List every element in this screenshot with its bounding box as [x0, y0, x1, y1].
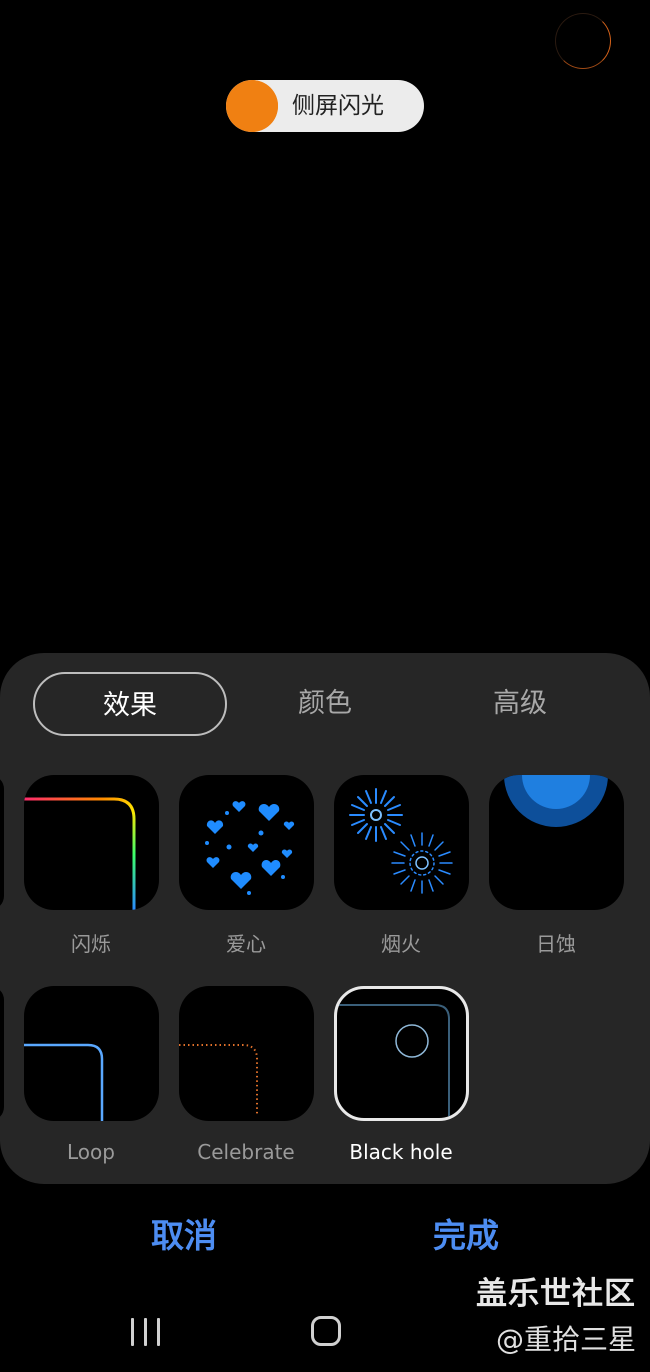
watermark-title: 盖乐世社区 [476, 1276, 636, 1312]
effect-label: Black hole [349, 1140, 453, 1164]
hearts-icon [205, 801, 295, 895]
effect-label: 日蚀 [536, 932, 576, 956]
recents-icon[interactable] [131, 1318, 161, 1346]
toggle-label: 侧屏闪光 [292, 93, 384, 119]
effect-tile-flash[interactable] [24, 775, 159, 910]
home-icon[interactable] [311, 1316, 341, 1346]
partial-effect-tile[interactable] [0, 775, 4, 910]
effect-tile-loop[interactable] [24, 986, 159, 1121]
partial-effect-tile[interactable] [0, 986, 4, 1121]
rainbow-corner-icon [24, 797, 136, 910]
camera-cutout-ring [555, 13, 611, 69]
effect-tile-celebrate[interactable] [179, 986, 314, 1121]
effect-label: 爱心 [226, 932, 266, 956]
celebrate-dots-icon [179, 1044, 258, 1116]
watermark-handle: @重拾三星 [495, 1323, 636, 1356]
tab-effects[interactable]: 效果 [33, 672, 227, 736]
effect-tile-black-hole[interactable] [334, 986, 469, 1121]
effect-tile-eclipse[interactable] [489, 775, 624, 910]
black-hole-icon [337, 1004, 450, 1118]
done-button[interactable]: 完成 [366, 1208, 566, 1264]
toggle-knob [226, 80, 278, 132]
effect-label: Loop [67, 1140, 115, 1164]
eclipse-icon [504, 775, 608, 827]
effect-tile-hearts[interactable] [179, 775, 314, 910]
tab-color[interactable]: 颜色 [228, 672, 422, 736]
effect-label: Celebrate [197, 1140, 295, 1164]
edge-lighting-toggle[interactable]: 侧屏闪光 [226, 80, 424, 132]
loop-corner-icon [24, 1043, 104, 1121]
effect-tile-fireworks[interactable] [334, 775, 469, 910]
cancel-button[interactable]: 取消 [84, 1208, 284, 1264]
effect-label: 闪烁 [71, 932, 111, 956]
fireworks-icon [349, 788, 453, 894]
tab-advanced[interactable]: 高级 [423, 672, 617, 736]
effect-label: 烟火 [381, 932, 421, 956]
